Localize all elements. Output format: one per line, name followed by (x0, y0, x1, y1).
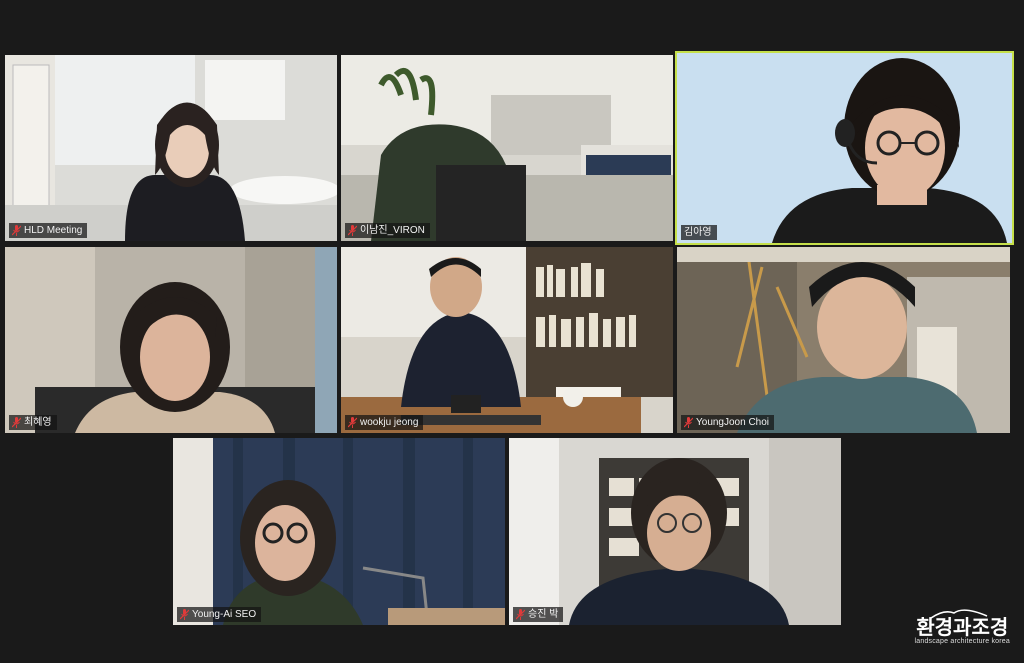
video-tile-viron[interactable]: 이남진_VIRON (341, 55, 673, 241)
participant-name-tag: HLD Meeting (9, 223, 88, 238)
watermark-title: 환경과조경 (916, 615, 1009, 639)
participant-name-tag: Young-Ai SEO (177, 607, 262, 622)
video-tile-choi-hyeyoung[interactable]: 최혜영 (5, 247, 337, 433)
mic-muted-icon (180, 609, 189, 620)
video-feed (677, 247, 1010, 433)
watermark-subtitle: landscape architecture korea (914, 638, 1010, 645)
participant-name: 최혜영 (24, 417, 52, 428)
participant-name: wookju jeong (360, 417, 419, 428)
participant-name: 이남진_VIRON (360, 225, 425, 236)
mic-muted-icon (348, 417, 357, 428)
participant-name: 김아영 (684, 227, 712, 238)
participant-name: 승진 박 (528, 609, 559, 620)
participant-name: YoungJoon Choi (696, 417, 770, 428)
video-tile-youngjoon-choi[interactable]: YoungJoon Choi (677, 247, 1010, 433)
mic-muted-icon (12, 225, 21, 236)
video-tile-active-speaker[interactable]: 김아영 (675, 51, 1014, 245)
video-feed (341, 247, 673, 433)
mic-muted-icon (684, 417, 693, 428)
video-feed (5, 247, 337, 433)
watermark-logo: 환경과조경 landscape architecture korea (915, 607, 1011, 645)
participant-name: HLD Meeting (24, 225, 83, 236)
mic-muted-icon (12, 417, 21, 428)
video-feed (341, 55, 673, 241)
video-feed (509, 438, 841, 625)
participant-name-tag: 김아영 (681, 225, 717, 240)
participant-name-tag: YoungJoon Choi (681, 415, 775, 430)
video-feed (677, 53, 1012, 243)
mic-muted-icon (516, 609, 525, 620)
video-feed (173, 438, 505, 625)
participant-name-tag: 최혜영 (9, 415, 57, 430)
mic-muted-icon (348, 225, 357, 236)
participant-name-tag: 이남진_VIRON (345, 223, 430, 238)
video-tile-young-ai-seo[interactable]: Young-Ai SEO (173, 438, 505, 625)
video-tile-wookju-jeong[interactable]: wookju jeong (341, 247, 673, 433)
participant-name-tag: wookju jeong (345, 415, 424, 430)
video-tile-hld-meeting[interactable]: HLD Meeting (5, 55, 337, 241)
video-tile-seungjin-park[interactable]: 승진 박 (509, 438, 841, 625)
video-feed (5, 55, 337, 241)
participant-name: Young-Ai SEO (192, 609, 257, 620)
participant-name-tag: 승진 박 (513, 607, 564, 622)
